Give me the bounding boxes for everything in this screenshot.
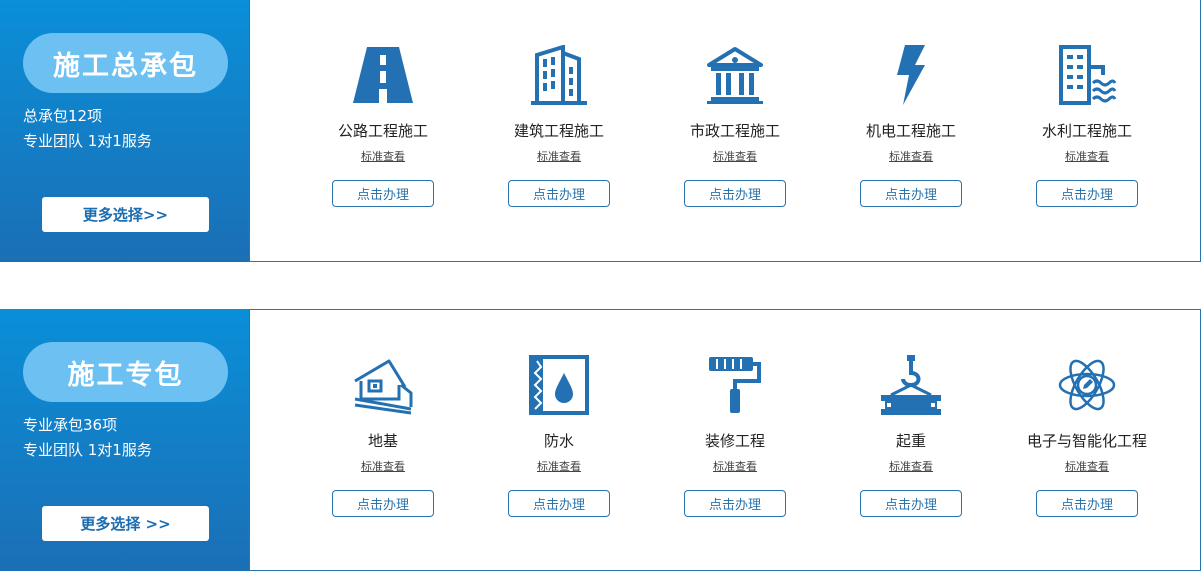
service-item-foundation: 地基 标准查看 点击办理: [295, 310, 471, 571]
service-text: 专业团队 1对1服务: [23, 132, 152, 150]
service-name: 地基: [367, 432, 398, 450]
specialty-contracting-panel: 地基 标准查看 点击办理 防水 标准查看 点击办理 装修工程 标准查看 点击办理…: [249, 309, 1201, 571]
view-standard-link[interactable]: 标准查看: [647, 458, 823, 474]
general-contracting-panel: 公路工程施工 标准查看 点击办理 建筑工程施工 标准查看 点击办理 市政工程施工…: [249, 0, 1201, 262]
service-item-highway: 公路工程施工 标准查看 点击办理: [295, 0, 471, 262]
apply-button[interactable]: 点击办理: [508, 180, 610, 207]
apply-button[interactable]: 点击办理: [860, 180, 962, 207]
view-standard-link[interactable]: 标准查看: [295, 458, 471, 474]
waterproof-icon: [529, 355, 589, 415]
view-standard-link[interactable]: 标准查看: [647, 148, 823, 164]
view-standard-link[interactable]: 标准查看: [823, 148, 999, 164]
general-contracting-sidebar: 施工总承包 总承包12项 专业团队 1对1服务 更多选择>>: [0, 0, 250, 262]
service-name: 机电工程施工: [865, 122, 956, 140]
service-item-waterproof: 防水 标准查看 点击办理: [471, 310, 647, 571]
municipal-hall-icon: [705, 45, 765, 105]
service-item-water-conservancy: 水利工程施工 标准查看 点击办理: [999, 0, 1175, 262]
more-options-button[interactable]: 更多选择>>: [42, 197, 209, 232]
specialty-contracting-section: 施工专包 专业承包36项 专业团队 1对1服务 更多选择 >> 地基 标准查看 …: [0, 309, 1202, 571]
service-name: 水利工程施工: [1041, 122, 1132, 140]
building-icon: [529, 45, 589, 105]
service-item-building: 建筑工程施工 标准查看 点击办理: [471, 0, 647, 262]
apply-button[interactable]: 点击办理: [1036, 490, 1138, 517]
water-building-icon: [1057, 45, 1117, 105]
more-options-button[interactable]: 更多选择 >>: [42, 506, 209, 541]
service-item-decoration: 装修工程 标准查看 点击办理: [647, 310, 823, 571]
service-name: 市政工程施工: [689, 122, 780, 140]
foundation-house-icon: [353, 355, 413, 415]
service-item-electromechanical: 机电工程施工 标准查看 点击办理: [823, 0, 999, 262]
view-standard-link[interactable]: 标准查看: [999, 148, 1175, 164]
apply-button[interactable]: 点击办理: [332, 490, 434, 517]
view-standard-link[interactable]: 标准查看: [999, 458, 1175, 474]
atom-icon: [1057, 355, 1117, 415]
lightning-icon: [881, 45, 941, 105]
section-title-pill: 施工专包: [23, 342, 228, 402]
view-standard-link[interactable]: 标准查看: [471, 458, 647, 474]
apply-button[interactable]: 点击办理: [860, 490, 962, 517]
service-name: 建筑工程施工: [513, 122, 604, 140]
section-title-pill: 施工总承包: [23, 33, 228, 93]
service-item-lifting: 起重 标准查看 点击办理: [823, 310, 999, 571]
apply-button[interactable]: 点击办理: [332, 180, 434, 207]
apply-button[interactable]: 点击办理: [684, 490, 786, 517]
specialty-contracting-sidebar: 施工专包 专业承包36项 专业团队 1对1服务 更多选择 >>: [0, 309, 250, 571]
item-count-text: 总承包12项: [23, 107, 103, 125]
service-item-municipal: 市政工程施工 标准查看 点击办理: [647, 0, 823, 262]
service-item-electronics-intelligence: 电子与智能化工程 标准查看 点击办理: [999, 310, 1175, 571]
view-standard-link[interactable]: 标准查看: [295, 148, 471, 164]
view-standard-link[interactable]: 标准查看: [471, 148, 647, 164]
highway-icon: [353, 45, 413, 105]
service-name: 装修工程: [704, 432, 765, 450]
service-text: 专业团队 1对1服务: [23, 441, 152, 459]
apply-button[interactable]: 点击办理: [684, 180, 786, 207]
crane-hook-icon: [881, 355, 941, 415]
item-count-text: 专业承包36项: [23, 416, 118, 434]
view-standard-link[interactable]: 标准查看: [823, 458, 999, 474]
apply-button[interactable]: 点击办理: [508, 490, 610, 517]
service-name: 电子与智能化工程: [1026, 432, 1147, 450]
paint-roller-icon: [705, 355, 765, 415]
apply-button[interactable]: 点击办理: [1036, 180, 1138, 207]
service-name: 公路工程施工: [337, 122, 428, 140]
service-name: 起重: [895, 432, 926, 450]
service-name: 防水: [543, 432, 574, 450]
general-contracting-section: 施工总承包 总承包12项 专业团队 1对1服务 更多选择>> 公路工程施工 标准…: [0, 0, 1202, 262]
